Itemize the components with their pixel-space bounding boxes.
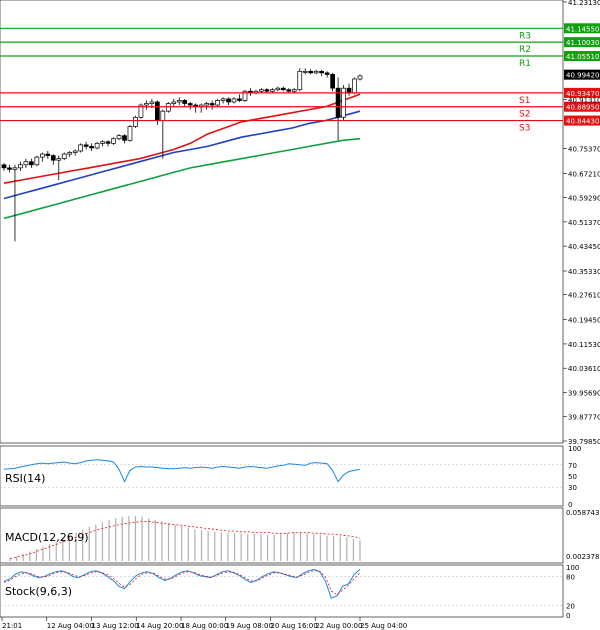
x-tick-label: 12 Aug 04:00 xyxy=(47,622,94,630)
x-tick-label: 22 Aug 00:00 xyxy=(315,622,362,630)
level-price-s2: 40.88950 xyxy=(566,104,599,112)
stochastic-tick-label: 20 xyxy=(566,602,575,610)
level-price-r3: 41.14550 xyxy=(566,25,599,33)
x-tick-label: 18 Aug 00:00 xyxy=(181,622,228,630)
y-tick-label: 40.59290 xyxy=(568,195,600,203)
price-panel: R341.14550R241.10030R141.05510S140.93470… xyxy=(0,0,600,446)
level-price-s3: 40.84430 xyxy=(566,118,599,126)
rsi-tick-label: 50 xyxy=(568,473,577,481)
stochastic-panel: Stock(9,6,3) 100 80 20 0 xyxy=(0,564,579,620)
macd-tick-label: 0.002378 xyxy=(566,553,599,561)
stochastic-tick-label: 0 xyxy=(566,612,570,620)
y-tick-label: 40.19450 xyxy=(568,317,600,325)
level-price-r1: 41.05510 xyxy=(566,53,599,61)
macd-tick-label: 0.058743 xyxy=(566,509,599,517)
rsi-tick-label: 70 xyxy=(568,462,577,470)
y-tick-label: 39.87770 xyxy=(568,414,600,422)
y-tick-label: 40.51370 xyxy=(568,219,600,227)
x-tick-label: 21:01 xyxy=(2,622,22,630)
candle xyxy=(133,115,138,129)
stochastic-tick-label: 100 xyxy=(566,564,579,572)
rsi-tick-label: 30 xyxy=(568,484,577,492)
macd-title: MACD(12,26,9) xyxy=(5,531,89,544)
y-tick-label: 40.11530 xyxy=(568,341,600,349)
level-label-s2: S2 xyxy=(519,110,530,120)
x-tick-label: 14 Aug 20:00 xyxy=(136,622,183,630)
rsi-panel: RSI(14) 100 70 50 30 0 xyxy=(0,445,581,509)
y-tick-label: 40.91310 xyxy=(568,96,600,104)
level-label-s3: S3 xyxy=(519,124,530,134)
price-chart: R341.14550R241.10030R141.05510S140.93470… xyxy=(0,0,600,630)
level-label-s1: S1 xyxy=(519,96,530,106)
x-tick-label: 13 Aug 12:00 xyxy=(92,622,139,630)
candle xyxy=(138,103,144,119)
x-tick-label: 19 Aug 08:00 xyxy=(226,622,273,630)
level-price-r2: 41.10030 xyxy=(566,39,599,47)
y-tick-label: 40.27610 xyxy=(568,292,600,300)
last-price-label: 40.99420 xyxy=(566,72,599,80)
level-label-r2: R2 xyxy=(519,45,531,55)
candle xyxy=(78,143,84,153)
candle xyxy=(127,124,133,142)
rsi-title: RSI(14) xyxy=(5,472,45,485)
candle xyxy=(165,101,171,113)
candle xyxy=(341,85,346,121)
level-label-r3: R3 xyxy=(519,31,531,41)
y-tick-label: 40.75370 xyxy=(568,145,600,153)
candle xyxy=(297,68,303,92)
rsi-tick-label: 100 xyxy=(568,445,581,453)
stochastic-title: Stock(9,6,3) xyxy=(5,585,72,598)
stochastic-tick-label: 80 xyxy=(566,574,575,582)
rsi-tick-label: 0 xyxy=(568,501,572,509)
candle xyxy=(330,72,335,92)
x-tick-label: 25 Aug 04:00 xyxy=(360,622,407,630)
y-tick-label: 40.03610 xyxy=(568,365,600,373)
x-tick-label: 20 Aug 16:00 xyxy=(271,622,318,630)
y-tick-label: 40.35330 xyxy=(568,268,600,276)
y-tick-label: 39.95690 xyxy=(568,389,600,397)
y-tick-label: 40.43450 xyxy=(568,243,600,251)
y-tick-label: 40.67210 xyxy=(568,170,600,178)
level-label-r1: R1 xyxy=(519,59,531,69)
candle xyxy=(352,77,357,95)
candle xyxy=(242,89,248,102)
macd-panel: MACD(12,26,9) 0.058743 0.002378 xyxy=(0,507,599,564)
candle xyxy=(34,155,40,167)
y-tick-label: 41.23130 xyxy=(568,0,600,7)
